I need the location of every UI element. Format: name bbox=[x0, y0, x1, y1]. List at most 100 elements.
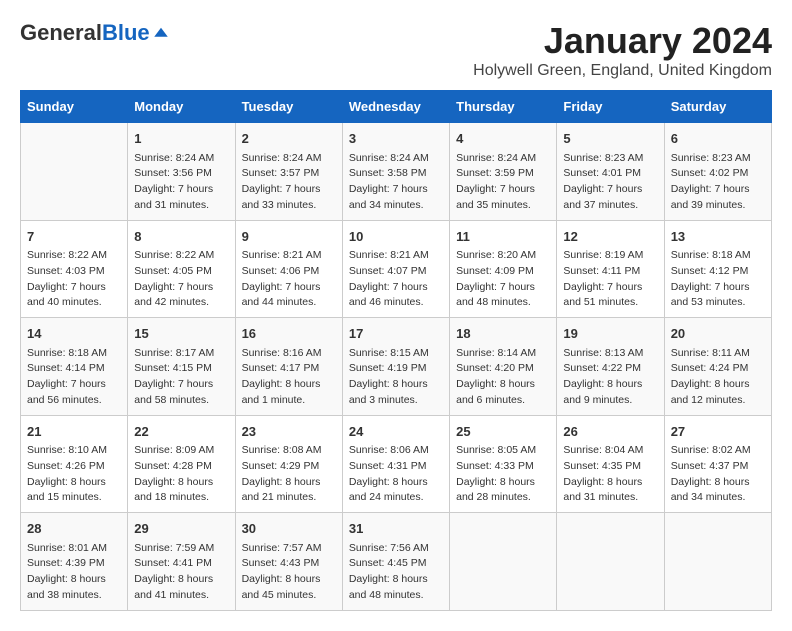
calendar-cell: 23Sunrise: 8:08 AM Sunset: 4:29 PM Dayli… bbox=[235, 415, 342, 513]
day-number: 9 bbox=[242, 227, 336, 247]
calendar-cell bbox=[21, 123, 128, 221]
header-day-thursday: Thursday bbox=[450, 91, 557, 123]
day-number: 30 bbox=[242, 519, 336, 539]
day-number: 27 bbox=[671, 422, 765, 442]
cell-content: Sunrise: 8:13 AM Sunset: 4:22 PM Dayligh… bbox=[563, 346, 657, 409]
day-number: 8 bbox=[134, 227, 228, 247]
calendar-cell: 19Sunrise: 8:13 AM Sunset: 4:22 PM Dayli… bbox=[557, 318, 664, 416]
location-title: Holywell Green, England, United Kingdom bbox=[473, 62, 772, 80]
header-day-tuesday: Tuesday bbox=[235, 91, 342, 123]
day-number: 24 bbox=[349, 422, 443, 442]
header-day-friday: Friday bbox=[557, 91, 664, 123]
day-number: 16 bbox=[242, 324, 336, 344]
calendar-cell bbox=[557, 513, 664, 611]
cell-content: Sunrise: 8:24 AM Sunset: 3:56 PM Dayligh… bbox=[134, 151, 228, 214]
cell-content: Sunrise: 8:21 AM Sunset: 4:06 PM Dayligh… bbox=[242, 248, 336, 311]
cell-content: Sunrise: 8:08 AM Sunset: 4:29 PM Dayligh… bbox=[242, 443, 336, 506]
calendar-cell: 1Sunrise: 8:24 AM Sunset: 3:56 PM Daylig… bbox=[128, 123, 235, 221]
day-number: 15 bbox=[134, 324, 228, 344]
week-row-4: 28Sunrise: 8:01 AM Sunset: 4:39 PM Dayli… bbox=[21, 513, 772, 611]
cell-content: Sunrise: 8:15 AM Sunset: 4:19 PM Dayligh… bbox=[349, 346, 443, 409]
calendar-cell: 9Sunrise: 8:21 AM Sunset: 4:06 PM Daylig… bbox=[235, 220, 342, 318]
calendar-cell: 14Sunrise: 8:18 AM Sunset: 4:14 PM Dayli… bbox=[21, 318, 128, 416]
calendar-cell: 29Sunrise: 7:59 AM Sunset: 4:41 PM Dayli… bbox=[128, 513, 235, 611]
cell-content: Sunrise: 8:16 AM Sunset: 4:17 PM Dayligh… bbox=[242, 346, 336, 409]
calendar-cell: 8Sunrise: 8:22 AM Sunset: 4:05 PM Daylig… bbox=[128, 220, 235, 318]
day-number: 22 bbox=[134, 422, 228, 442]
day-number: 5 bbox=[563, 129, 657, 149]
cell-content: Sunrise: 8:11 AM Sunset: 4:24 PM Dayligh… bbox=[671, 346, 765, 409]
cell-content: Sunrise: 8:18 AM Sunset: 4:14 PM Dayligh… bbox=[27, 346, 121, 409]
day-number: 20 bbox=[671, 324, 765, 344]
calendar-cell: 27Sunrise: 8:02 AM Sunset: 4:37 PM Dayli… bbox=[664, 415, 771, 513]
cell-content: Sunrise: 8:24 AM Sunset: 3:58 PM Dayligh… bbox=[349, 151, 443, 214]
day-number: 18 bbox=[456, 324, 550, 344]
calendar-cell: 11Sunrise: 8:20 AM Sunset: 4:09 PM Dayli… bbox=[450, 220, 557, 318]
day-number: 4 bbox=[456, 129, 550, 149]
day-number: 17 bbox=[349, 324, 443, 344]
calendar-cell: 28Sunrise: 8:01 AM Sunset: 4:39 PM Dayli… bbox=[21, 513, 128, 611]
calendar-cell: 10Sunrise: 8:21 AM Sunset: 4:07 PM Dayli… bbox=[342, 220, 449, 318]
cell-content: Sunrise: 8:02 AM Sunset: 4:37 PM Dayligh… bbox=[671, 443, 765, 506]
day-number: 13 bbox=[671, 227, 765, 247]
week-row-3: 21Sunrise: 8:10 AM Sunset: 4:26 PM Dayli… bbox=[21, 415, 772, 513]
calendar-body: 1Sunrise: 8:24 AM Sunset: 3:56 PM Daylig… bbox=[21, 123, 772, 611]
calendar-cell bbox=[664, 513, 771, 611]
header-day-sunday: Sunday bbox=[21, 91, 128, 123]
day-number: 31 bbox=[349, 519, 443, 539]
cell-content: Sunrise: 8:22 AM Sunset: 4:03 PM Dayligh… bbox=[27, 248, 121, 311]
week-row-0: 1Sunrise: 8:24 AM Sunset: 3:56 PM Daylig… bbox=[21, 123, 772, 221]
calendar-cell: 5Sunrise: 8:23 AM Sunset: 4:01 PM Daylig… bbox=[557, 123, 664, 221]
day-number: 21 bbox=[27, 422, 121, 442]
logo-general-text: General bbox=[20, 20, 102, 46]
day-number: 23 bbox=[242, 422, 336, 442]
cell-content: Sunrise: 8:24 AM Sunset: 3:59 PM Dayligh… bbox=[456, 151, 550, 214]
cell-content: Sunrise: 8:06 AM Sunset: 4:31 PM Dayligh… bbox=[349, 443, 443, 506]
calendar-cell: 31Sunrise: 7:56 AM Sunset: 4:45 PM Dayli… bbox=[342, 513, 449, 611]
week-row-1: 7Sunrise: 8:22 AM Sunset: 4:03 PM Daylig… bbox=[21, 220, 772, 318]
cell-content: Sunrise: 8:18 AM Sunset: 4:12 PM Dayligh… bbox=[671, 248, 765, 311]
calendar-cell: 2Sunrise: 8:24 AM Sunset: 3:57 PM Daylig… bbox=[235, 123, 342, 221]
page-header: GeneralBlue January 2024 Holywell Green,… bbox=[20, 20, 772, 80]
cell-content: Sunrise: 8:19 AM Sunset: 4:11 PM Dayligh… bbox=[563, 248, 657, 311]
calendar-cell: 24Sunrise: 8:06 AM Sunset: 4:31 PM Dayli… bbox=[342, 415, 449, 513]
cell-content: Sunrise: 8:05 AM Sunset: 4:33 PM Dayligh… bbox=[456, 443, 550, 506]
cell-content: Sunrise: 8:14 AM Sunset: 4:20 PM Dayligh… bbox=[456, 346, 550, 409]
cell-content: Sunrise: 8:23 AM Sunset: 4:02 PM Dayligh… bbox=[671, 151, 765, 214]
day-number: 1 bbox=[134, 129, 228, 149]
calendar-cell: 3Sunrise: 8:24 AM Sunset: 3:58 PM Daylig… bbox=[342, 123, 449, 221]
calendar-cell: 26Sunrise: 8:04 AM Sunset: 4:35 PM Dayli… bbox=[557, 415, 664, 513]
day-number: 6 bbox=[671, 129, 765, 149]
calendar-cell: 6Sunrise: 8:23 AM Sunset: 4:02 PM Daylig… bbox=[664, 123, 771, 221]
cell-content: Sunrise: 8:09 AM Sunset: 4:28 PM Dayligh… bbox=[134, 443, 228, 506]
calendar-cell: 17Sunrise: 8:15 AM Sunset: 4:19 PM Dayli… bbox=[342, 318, 449, 416]
day-number: 11 bbox=[456, 227, 550, 247]
title-block: January 2024 Holywell Green, England, Un… bbox=[473, 20, 772, 80]
cell-content: Sunrise: 8:04 AM Sunset: 4:35 PM Dayligh… bbox=[563, 443, 657, 506]
logo-icon bbox=[152, 24, 170, 42]
cell-content: Sunrise: 7:56 AM Sunset: 4:45 PM Dayligh… bbox=[349, 541, 443, 604]
calendar-cell: 12Sunrise: 8:19 AM Sunset: 4:11 PM Dayli… bbox=[557, 220, 664, 318]
calendar-cell: 30Sunrise: 7:57 AM Sunset: 4:43 PM Dayli… bbox=[235, 513, 342, 611]
calendar-cell: 4Sunrise: 8:24 AM Sunset: 3:59 PM Daylig… bbox=[450, 123, 557, 221]
day-number: 12 bbox=[563, 227, 657, 247]
day-number: 14 bbox=[27, 324, 121, 344]
header-day-wednesday: Wednesday bbox=[342, 91, 449, 123]
calendar-cell: 16Sunrise: 8:16 AM Sunset: 4:17 PM Dayli… bbox=[235, 318, 342, 416]
week-row-2: 14Sunrise: 8:18 AM Sunset: 4:14 PM Dayli… bbox=[21, 318, 772, 416]
calendar-header: SundayMondayTuesdayWednesdayThursdayFrid… bbox=[21, 91, 772, 123]
calendar-cell: 20Sunrise: 8:11 AM Sunset: 4:24 PM Dayli… bbox=[664, 318, 771, 416]
calendar-cell: 21Sunrise: 8:10 AM Sunset: 4:26 PM Dayli… bbox=[21, 415, 128, 513]
day-number: 28 bbox=[27, 519, 121, 539]
day-number: 19 bbox=[563, 324, 657, 344]
cell-content: Sunrise: 8:10 AM Sunset: 4:26 PM Dayligh… bbox=[27, 443, 121, 506]
cell-content: Sunrise: 8:22 AM Sunset: 4:05 PM Dayligh… bbox=[134, 248, 228, 311]
day-number: 3 bbox=[349, 129, 443, 149]
month-title: January 2024 bbox=[473, 20, 772, 62]
calendar-cell bbox=[450, 513, 557, 611]
cell-content: Sunrise: 8:01 AM Sunset: 4:39 PM Dayligh… bbox=[27, 541, 121, 604]
logo: GeneralBlue bbox=[20, 20, 170, 46]
header-day-monday: Monday bbox=[128, 91, 235, 123]
day-number: 10 bbox=[349, 227, 443, 247]
header-row: SundayMondayTuesdayWednesdayThursdayFrid… bbox=[21, 91, 772, 123]
